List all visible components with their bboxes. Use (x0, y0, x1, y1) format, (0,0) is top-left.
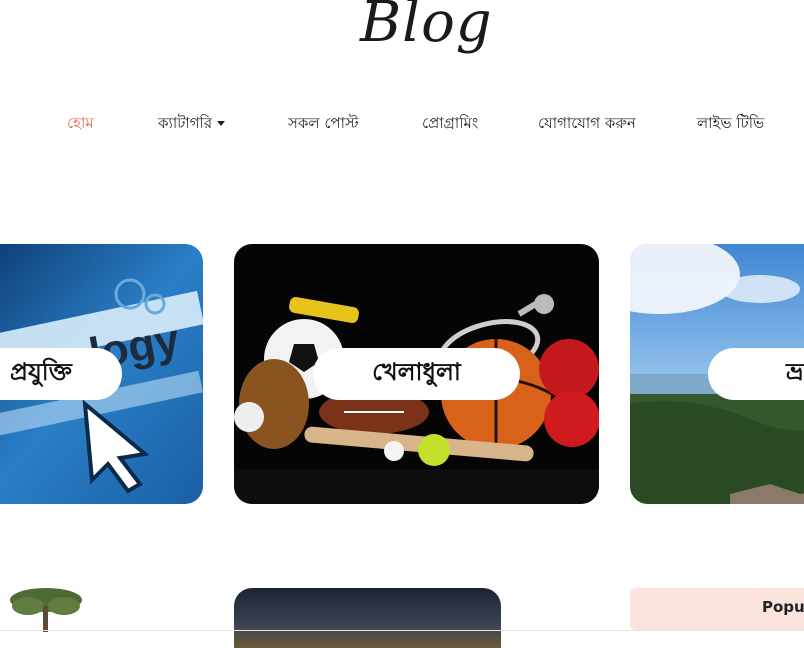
divider (0, 630, 804, 631)
category-card-technology[interactable]: logy প্রযুক্তি (0, 244, 203, 504)
category-card-travel[interactable]: ভ্র (630, 244, 804, 504)
category-label-technology: প্রযুক্তি (0, 348, 122, 400)
popular-posts-title: Popul (762, 598, 804, 616)
category-label-travel: ভ্র (708, 348, 804, 400)
nav-item-category[interactable]: ক্যাটাগরি (158, 110, 226, 136)
main-nav: হোম ক্যাটাগরি সকল পোস্ট প্রোগ্রামিং যোগা… (0, 110, 804, 136)
tree-image (10, 588, 82, 632)
nav-item-category-label: ক্যাটাগরি (158, 114, 213, 132)
category-label-sports: খেলাধুলা (313, 348, 520, 400)
nav-item-live-tv[interactable]: লাইভ টিভি (697, 110, 764, 136)
category-card-sports[interactable]: খেলাধুলা (234, 244, 599, 504)
nav-item-all-posts[interactable]: সকল পোস্ট (288, 110, 359, 136)
post-card-image[interactable] (234, 588, 501, 648)
popular-posts-header: Popul (630, 588, 804, 630)
caret-down-icon (217, 121, 226, 126)
nav-item-contact[interactable]: যোগাযোগ করুন (538, 110, 636, 136)
nav-item-programming[interactable]: প্রোগ্রামিং (422, 110, 478, 136)
site-logo[interactable]: Blog (360, 0, 492, 58)
nav-item-home[interactable]: হোম (67, 110, 94, 136)
